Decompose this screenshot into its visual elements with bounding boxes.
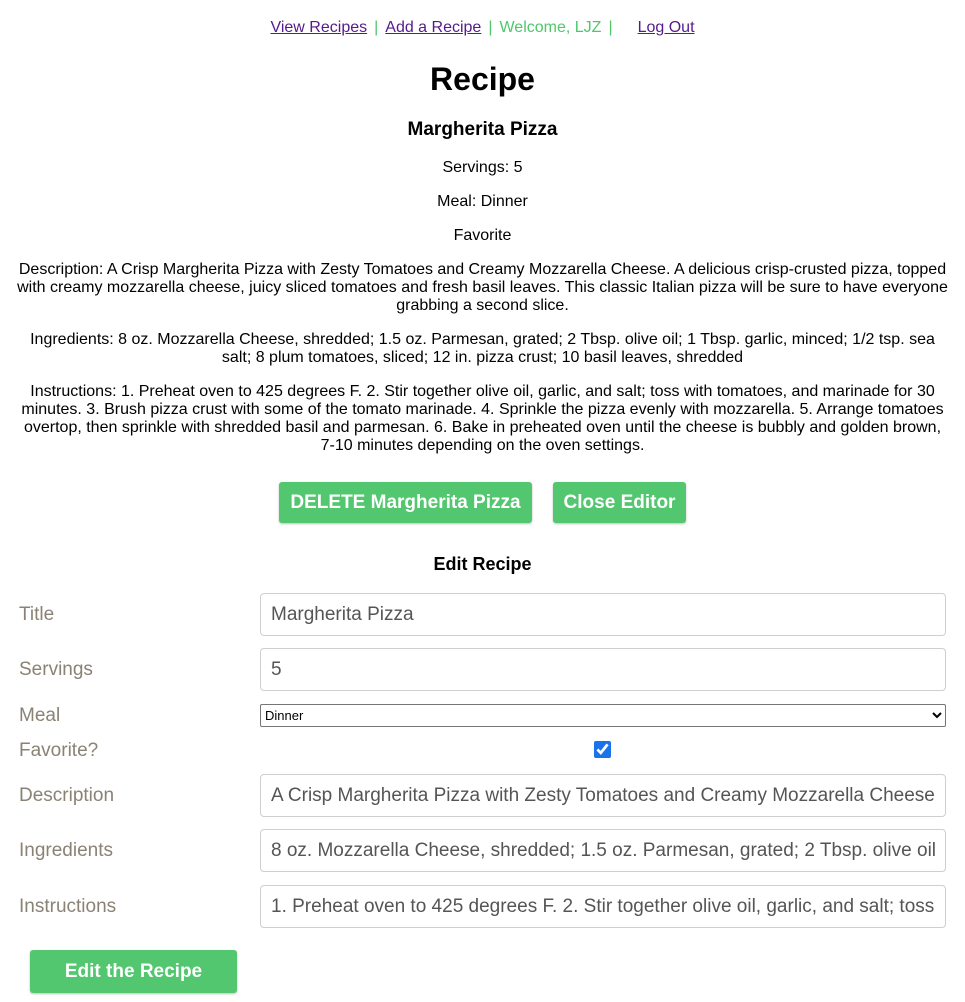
description-input[interactable] xyxy=(260,774,946,817)
meal-select[interactable]: Dinner xyxy=(260,704,946,727)
recipe-instructions: Instructions: 1. Preheat oven to 425 deg… xyxy=(21,383,944,454)
edit-recipe-submit-button[interactable]: Edit the Recipe xyxy=(30,950,237,993)
servings-input[interactable] xyxy=(260,648,946,691)
view-recipes-link[interactable]: View Recipes xyxy=(270,19,367,36)
edit-recipe-heading: Edit Recipe xyxy=(433,554,532,574)
nav-separator: | xyxy=(608,19,613,36)
nav-separator: | xyxy=(374,19,379,36)
close-editor-button[interactable]: Close Editor xyxy=(553,482,686,523)
instructions-input[interactable] xyxy=(260,885,946,928)
recipe-ingredients: Ingredients: 8 oz. Mozzarella Cheese, sh… xyxy=(30,331,935,366)
recipe-page: View Recipes | Add a Recipe | Welcome, LJZ | L… xyxy=(0,0,965,1002)
add-recipe-link[interactable]: Add a Recipe xyxy=(385,19,481,36)
meal-label: Meal xyxy=(19,705,61,726)
delete-recipe-button[interactable]: DELETE Margherita Pizza xyxy=(279,482,532,523)
title-label: Title xyxy=(19,604,55,625)
recipe-description: Description: A Crisp Margherita Pizza wi… xyxy=(17,261,948,314)
top-nav: View Recipes | Add a Recipe | Welcome, LJZ | L… xyxy=(0,18,965,38)
nav-separator: | xyxy=(488,19,493,36)
title-input[interactable] xyxy=(260,593,946,636)
description-label: Description xyxy=(19,785,115,806)
recipe-title: Margherita Pizza xyxy=(407,119,558,140)
servings-label: Servings xyxy=(19,659,93,680)
ingredients-input[interactable] xyxy=(260,829,946,872)
welcome-text: Welcome, LJZ xyxy=(499,19,602,36)
log-out-link[interactable]: Log Out xyxy=(638,19,695,36)
favorite-checkbox[interactable] xyxy=(594,741,611,758)
instructions-label: Instructions xyxy=(19,896,117,917)
page-title: Recipe xyxy=(430,61,535,97)
recipe-favorite: Favorite xyxy=(453,227,512,244)
recipe-servings: Servings: 5 xyxy=(442,159,523,176)
recipe-meal: Meal: Dinner xyxy=(437,193,528,210)
ingredients-label: Ingredients xyxy=(19,840,114,861)
favorite-label: Favorite? xyxy=(19,740,99,761)
